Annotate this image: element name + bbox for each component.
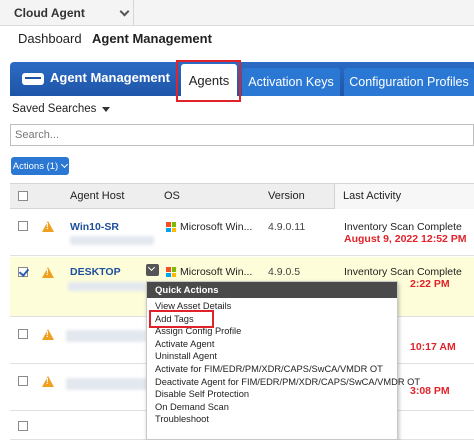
row-checkbox[interactable] — [18, 376, 28, 386]
saved-searches-dropdown[interactable]: Saved Searches — [12, 103, 111, 115]
app-bar: Cloud Agent — [0, 0, 474, 26]
last-activity: Inventory Scan Complete — [344, 266, 462, 278]
quick-actions-toggle[interactable] — [146, 264, 159, 276]
search-input[interactable] — [10, 124, 474, 146]
redacted-text — [70, 236, 154, 245]
column-agent-host[interactable]: Agent Host — [70, 190, 124, 202]
warning-icon — [42, 221, 54, 232]
agent-version: 4.9.0.5 — [268, 266, 301, 278]
module-title: Agent Management — [50, 70, 170, 85]
agent-host[interactable]: DESKTOP — [70, 266, 121, 278]
tab-activation-keys[interactable]: Activation Keys — [242, 68, 340, 96]
menu-item-on-demand-scan[interactable]: On Demand Scan — [147, 401, 397, 414]
last-activity: Inventory Scan Complete — [344, 221, 462, 233]
row-checkbox[interactable] — [18, 329, 28, 339]
divider — [133, 0, 134, 26]
row-checkbox[interactable] — [18, 221, 28, 231]
warning-icon — [42, 267, 54, 278]
tab-configuration-profiles[interactable]: Configuration Profiles — [344, 68, 474, 96]
column-last-activity[interactable]: Last Activity — [334, 184, 474, 209]
add-tags-highlight — [149, 310, 214, 328]
os-name: Microsoft Win... — [180, 266, 253, 278]
table-header: Agent Host OS Version Last Activity — [10, 183, 474, 209]
row-checkbox[interactable] — [18, 267, 28, 277]
column-version[interactable]: Version — [268, 190, 305, 202]
menu-item-activate-modules[interactable]: Activate for FIM/EDR/PM/XDR/CAPS/SwCA/VM… — [147, 363, 397, 376]
quick-actions-menu: Quick Actions View Asset Details Add Tag… — [146, 281, 420, 440]
actions-button[interactable]: Actions (1) — [11, 157, 69, 175]
agent-version: 4.9.0.11 — [268, 221, 306, 233]
chevron-down-icon — [61, 160, 69, 169]
menu-item-activate-agent[interactable]: Activate Agent — [147, 338, 397, 351]
saved-searches-label: Saved Searches — [12, 103, 97, 115]
column-os[interactable]: OS — [164, 190, 180, 202]
actions-label: Actions (1) — [12, 160, 59, 172]
agents-tab-highlight — [176, 60, 241, 102]
nav-dashboard[interactable]: Dashboard — [18, 31, 82, 46]
menu-item-disable-self-protection[interactable]: Disable Self Protection — [147, 388, 397, 401]
table-row[interactable]: Win10-SR Microsoft Win... 4.9.0.11 Inven… — [10, 210, 474, 256]
row-checkbox[interactable] — [18, 421, 28, 431]
app-name: Cloud Agent — [14, 6, 85, 20]
redacted-text — [68, 282, 146, 291]
redacted-text — [66, 378, 148, 390]
select-all-checkbox[interactable] — [18, 191, 28, 201]
agent-module-icon — [22, 73, 44, 85]
warning-icon — [42, 376, 54, 387]
os-name: Microsoft Win... — [180, 221, 253, 233]
windows-icon — [166, 267, 176, 277]
menu-item-deactivate-modules[interactable]: Deactivate Agent for FIM/EDR/PM/XDR/CAPS… — [147, 376, 420, 389]
menu-item-uninstall-agent[interactable]: Uninstall Agent — [147, 350, 397, 363]
last-activity-date: August 9, 2022 12:52 PM — [344, 233, 467, 245]
caret-down-icon — [102, 106, 111, 112]
redacted-text — [66, 330, 146, 342]
windows-icon — [166, 222, 176, 232]
chevron-down-icon — [119, 6, 130, 16]
last-activity-date: 2:22 PM — [410, 278, 450, 290]
warning-icon — [42, 329, 54, 340]
quick-actions-title: Quick Actions — [147, 282, 397, 298]
app-switcher[interactable]: Cloud Agent — [14, 4, 130, 22]
menu-item-troubleshoot[interactable]: Troubleshoot — [147, 413, 397, 426]
agent-host[interactable]: Win10-SR — [70, 221, 119, 233]
main-nav: Dashboard Agent Management — [0, 27, 474, 55]
nav-agent-management[interactable]: Agent Management — [92, 31, 212, 46]
last-activity-date: 10:17 AM — [410, 341, 456, 353]
